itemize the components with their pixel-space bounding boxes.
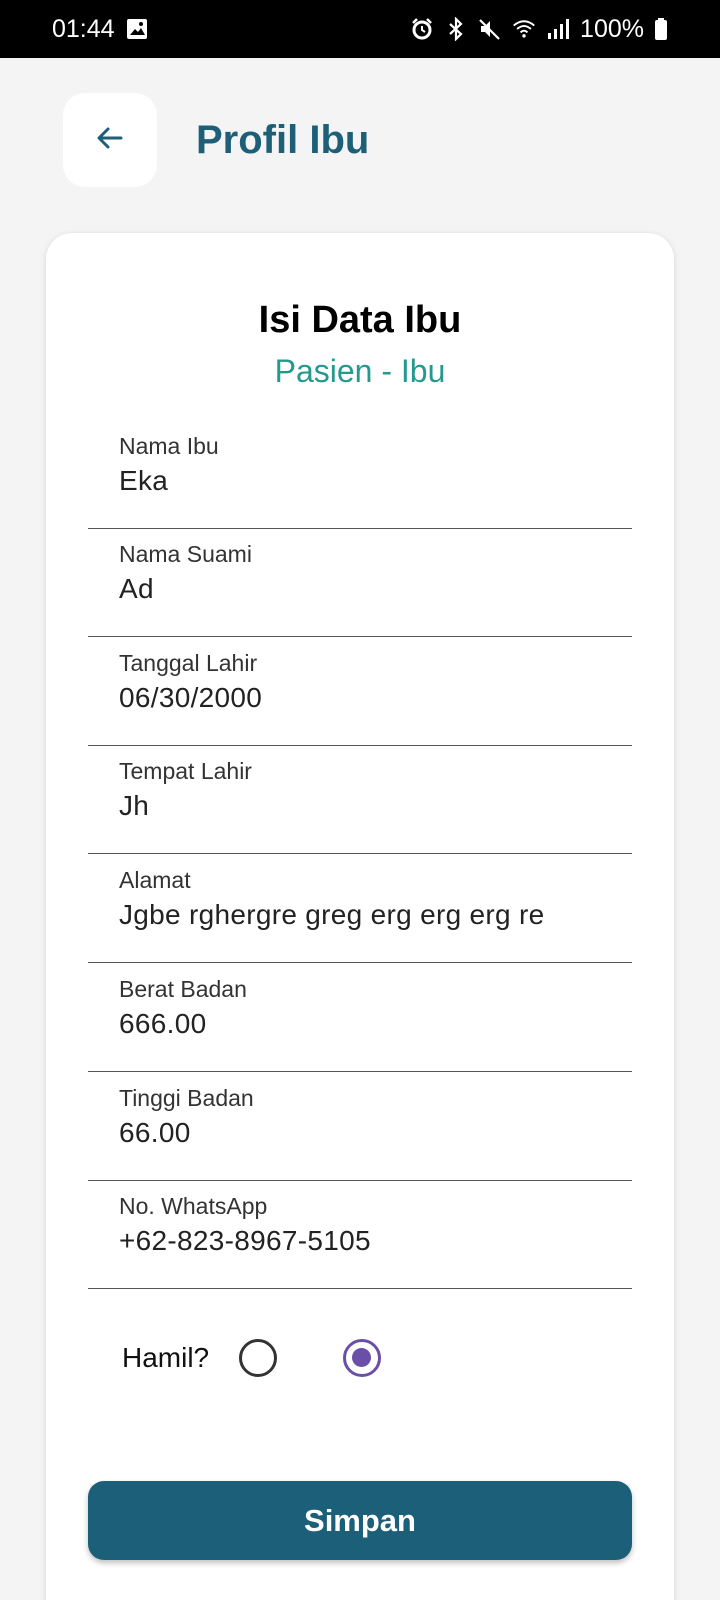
field-label: Alamat	[119, 867, 191, 893]
field-label: Nama Ibu	[119, 433, 219, 459]
save-button[interactable]: Simpan	[88, 1481, 632, 1560]
form-subtitle: Pasien - Ibu	[274, 353, 446, 389]
signal-icon	[546, 17, 570, 41]
form-title: Isi Data Ibu	[258, 299, 462, 341]
gallery-notification-icon	[125, 17, 149, 41]
pregnant-label: Hamil?	[122, 1342, 210, 1373]
status-time: 01:44	[52, 14, 115, 43]
alamat-input[interactable]: Jgbe rghergre greg erg erg erg re	[119, 899, 619, 931]
pregnant-radio-no[interactable]	[239, 1339, 278, 1377]
field-berat-badan[interactable]: Berat Badan 666.00	[88, 964, 632, 1072]
mute-icon	[478, 17, 502, 41]
field-label: Nama Suami	[119, 541, 252, 567]
field-label: Tinggi Badan	[119, 1085, 254, 1111]
status-bar: 01:44 100%	[0, 0, 720, 58]
arrow-left-icon	[94, 122, 126, 159]
field-alamat[interactable]: Alamat Jgbe rghergre greg erg erg erg re	[88, 855, 632, 963]
whatsapp-input[interactable]: +62-823-8967-5105	[119, 1225, 619, 1257]
nama-ibu-input[interactable]: Eka	[119, 465, 619, 497]
tanggal-lahir-input[interactable]: 06/30/2000	[119, 682, 619, 714]
berat-badan-input[interactable]: 666.00	[119, 1008, 619, 1040]
field-nama-suami[interactable]: Nama Suami Ad	[88, 529, 632, 637]
field-label: Tanggal Lahir	[119, 650, 258, 676]
field-label: Tempat Lahir	[119, 758, 252, 784]
field-nama-ibu[interactable]: Nama Ibu Eka	[88, 421, 632, 529]
field-label: No. WhatsApp	[119, 1193, 268, 1219]
pregnant-radio-group: Hamil?	[122, 1331, 382, 1385]
field-tinggi-badan[interactable]: Tinggi Badan 66.00	[88, 1073, 632, 1181]
form-card: Isi Data Ibu Pasien - Ibu Nama Ibu Eka N…	[46, 233, 674, 1600]
field-no-whatsapp[interactable]: No. WhatsApp +62-823-8967-5105	[88, 1181, 632, 1289]
field-tanggal-lahir[interactable]: Tanggal Lahir 06/30/2000	[88, 638, 632, 746]
battery-percentage: 100%	[580, 14, 644, 43]
tinggi-badan-input[interactable]: 66.00	[119, 1117, 619, 1149]
nama-suami-input[interactable]: Ad	[119, 573, 619, 605]
field-tempat-lahir[interactable]: Tempat Lahir Jh	[88, 746, 632, 854]
bluetooth-icon	[444, 17, 468, 41]
tempat-lahir-input[interactable]: Jh	[119, 790, 619, 822]
page-title: Profil Ibu	[196, 118, 370, 162]
field-label: Berat Badan	[119, 976, 247, 1002]
alarm-icon	[410, 17, 434, 41]
battery-icon	[654, 17, 668, 41]
wifi-icon	[512, 17, 536, 41]
back-button[interactable]	[63, 93, 157, 187]
pregnant-radio-yes[interactable]	[343, 1339, 382, 1377]
